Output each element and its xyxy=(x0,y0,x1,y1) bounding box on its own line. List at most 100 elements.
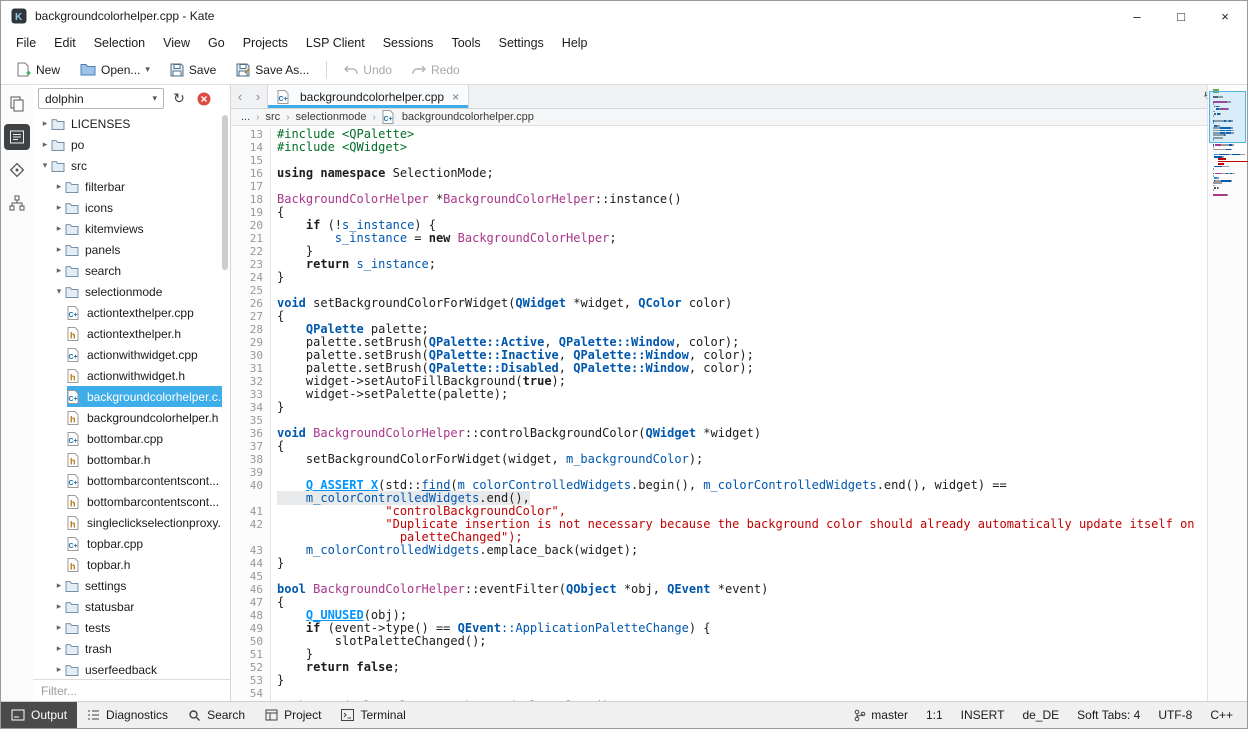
close-button[interactable]: × xyxy=(1203,1,1247,31)
tree-folder-selectionmode[interactable]: ▾selectionmode xyxy=(33,281,222,302)
save-button[interactable]: Save xyxy=(161,58,225,82)
tree-folder-LICENSES[interactable]: ▸LICENSES xyxy=(33,113,222,134)
code-line-text[interactable]: return false; xyxy=(271,661,400,674)
tree-folder-filterbar[interactable]: ▸filterbar xyxy=(33,176,222,197)
tree-folder-search[interactable]: ▸search xyxy=(33,260,222,281)
tree-collapsed-icon[interactable]: ▸ xyxy=(53,265,65,276)
tree-expanded-icon[interactable]: ▾ xyxy=(39,160,51,171)
code-line-text[interactable]: } xyxy=(271,557,284,570)
tree-file-actiontexthelper-cpp[interactable]: C+actiontexthelper.cpp xyxy=(33,302,222,323)
tree-file-singleclickselectionproxy---[interactable]: hsingleclickselectionproxy... xyxy=(33,512,222,533)
tree-expanded-icon[interactable]: ▾ xyxy=(53,286,65,297)
tree-file-topbar-h[interactable]: htopbar.h xyxy=(33,554,222,575)
tree-collapsed-icon[interactable]: ▸ xyxy=(39,118,51,129)
tree-collapsed-icon[interactable]: ▸ xyxy=(53,643,65,654)
tree-folder-settings[interactable]: ▸settings xyxy=(33,575,222,596)
breadcrumb-item[interactable]: backgroundcolorhelper.cpp xyxy=(402,111,534,123)
new-button[interactable]: New xyxy=(7,58,69,82)
breadcrumb-collapsed[interactable]: ... xyxy=(241,111,250,123)
tree-collapsed-icon[interactable]: ▸ xyxy=(39,139,51,150)
minimap-viewport[interactable] xyxy=(1209,91,1246,143)
chevron-left-icon[interactable]: ‹ xyxy=(231,85,249,108)
tree-file-backgroundcolorhelper-h[interactable]: hbackgroundcolorhelper.h xyxy=(33,407,222,428)
tree-folder-userfeedback[interactable]: ▸userfeedback xyxy=(33,659,222,678)
statusbar-c++[interactable]: C++ xyxy=(1210,708,1233,722)
code-line-text[interactable]: setBackgroundColorForWidget(widget, m_ba… xyxy=(271,453,703,466)
code-line-text[interactable]: } xyxy=(271,271,284,284)
tree-collapsed-icon[interactable]: ▸ xyxy=(53,580,65,591)
statusbar-1-1[interactable]: 1:1 xyxy=(926,708,943,722)
tree-folder-src[interactable]: ▾src xyxy=(33,155,222,176)
statusbar-project-button[interactable]: Project xyxy=(255,702,331,728)
statusbar-terminal-button[interactable]: Terminal xyxy=(331,702,415,728)
code-line-text[interactable]: } xyxy=(271,401,284,414)
statusbar-insert[interactable]: INSERT xyxy=(961,708,1005,722)
close-circle-icon[interactable] xyxy=(194,89,214,109)
places-selector[interactable]: dolphin ▾ xyxy=(38,88,164,109)
dock-filelist-button[interactable] xyxy=(4,124,30,150)
chevron-right-icon[interactable]: › xyxy=(249,85,267,108)
menu-projects[interactable]: Projects xyxy=(234,33,297,53)
tree-folder-tests[interactable]: ▸tests xyxy=(33,617,222,638)
menu-file[interactable]: File xyxy=(7,33,45,53)
code-line-text[interactable]: m_colorControlledWidgets.emplace_back(wi… xyxy=(271,544,638,557)
code-line-text[interactable]: } xyxy=(271,674,284,687)
code-line-text[interactable]: s_instance = new BackgroundColorHelper; xyxy=(271,232,617,245)
code-line-text[interactable]: void BackgroundColorHelper::controlBackg… xyxy=(271,427,761,440)
tree-folder-icons[interactable]: ▸icons xyxy=(33,197,222,218)
tree-folder-po[interactable]: ▸po xyxy=(33,134,222,155)
statusbar-soft-tabs-4[interactable]: Soft Tabs: 4 xyxy=(1077,708,1140,722)
maximize-button[interactable]: □ xyxy=(1159,1,1203,31)
tree-file-backgroundcolorhelper-c---[interactable]: C+backgroundcolorhelper.c... xyxy=(33,386,222,407)
minimap[interactable] xyxy=(1207,85,1247,701)
statusbar-de-de[interactable]: de_DE xyxy=(1022,708,1059,722)
tree-file-actionwithwidget-h[interactable]: hactionwithwidget.h xyxy=(33,365,222,386)
tree-collapsed-icon[interactable]: ▸ xyxy=(53,601,65,612)
menu-tools[interactable]: Tools xyxy=(442,33,489,53)
tree-file-bottombarcontentscont---[interactable]: hbottombarcontentscont... xyxy=(33,491,222,512)
tree-folder-trash[interactable]: ▸trash xyxy=(33,638,222,659)
statusbar-diagnostics-button[interactable]: Diagnostics xyxy=(77,702,178,728)
breadcrumb-item[interactable]: selectionmode xyxy=(296,111,367,123)
open-button[interactable]: Open...▾ xyxy=(71,58,159,82)
tree-file-actiontexthelper-h[interactable]: hactiontexthelper.h xyxy=(33,323,222,344)
menu-sessions[interactable]: Sessions xyxy=(374,33,443,53)
statusbar-master[interactable]: master xyxy=(854,708,908,722)
tree-folder-kitemviews[interactable]: ▸kitemviews xyxy=(33,218,222,239)
tree-folder-statusbar[interactable]: ▸statusbar xyxy=(33,596,222,617)
tab-backgroundcolorhelper[interactable]: C+ backgroundcolorhelper.cpp × xyxy=(267,85,469,108)
tree-collapsed-icon[interactable]: ▸ xyxy=(53,622,65,633)
breadcrumb-item[interactable]: src xyxy=(266,111,281,123)
scrollbar-thumb[interactable] xyxy=(222,115,228,270)
minimize-button[interactable]: – xyxy=(1115,1,1159,31)
tree-file-topbar-cpp[interactable]: C+topbar.cpp xyxy=(33,533,222,554)
menu-help[interactable]: Help xyxy=(553,33,597,53)
save-as-button[interactable]: Save As... xyxy=(227,58,318,82)
dock-git-button[interactable] xyxy=(4,157,30,183)
tree-file-actionwithwidget-cpp[interactable]: C+actionwithwidget.cpp xyxy=(33,344,222,365)
tree-collapsed-icon[interactable]: ▸ xyxy=(53,202,65,213)
menu-edit[interactable]: Edit xyxy=(45,33,85,53)
tab-close-icon[interactable]: × xyxy=(452,90,459,104)
tree-collapsed-icon[interactable]: ▸ xyxy=(53,244,65,255)
tree-collapsed-icon[interactable]: ▸ xyxy=(53,181,65,192)
tree-file-bottombarcontentscont---[interactable]: C+bottombarcontentscont... xyxy=(33,470,222,491)
refresh-icon[interactable]: ↻ xyxy=(169,89,189,109)
dock-documents-button[interactable] xyxy=(4,91,30,117)
code-line-text[interactable]: widget->setPalette(palette); xyxy=(271,388,508,401)
statusbar-search-button[interactable]: Search xyxy=(178,702,255,728)
code-line-text[interactable]: return s_instance; xyxy=(271,258,436,271)
code-line-text[interactable]: using namespace SelectionMode; xyxy=(271,167,494,180)
menu-settings[interactable]: Settings xyxy=(490,33,553,53)
menu-lsp-client[interactable]: LSP Client xyxy=(297,33,374,53)
tree-collapsed-icon[interactable]: ▸ xyxy=(53,223,65,234)
code-line-text[interactable]: BackgroundColorHelper *BackgroundColorHe… xyxy=(271,193,682,206)
tree-folder-panels[interactable]: ▸panels xyxy=(33,239,222,260)
tree-file-bottombar-cpp[interactable]: C+bottombar.cpp xyxy=(33,428,222,449)
tree-collapsed-icon[interactable]: ▸ xyxy=(53,664,65,675)
menu-go[interactable]: Go xyxy=(199,33,234,53)
statusbar-utf-8[interactable]: UTF-8 xyxy=(1158,708,1192,722)
filter-input[interactable] xyxy=(33,680,230,701)
code-view[interactable]: 13#include <QPalette>14#include <QWidget… xyxy=(231,126,1207,701)
code-line-text[interactable]: void setBackgroundColorForWidget(QWidget… xyxy=(271,297,732,310)
